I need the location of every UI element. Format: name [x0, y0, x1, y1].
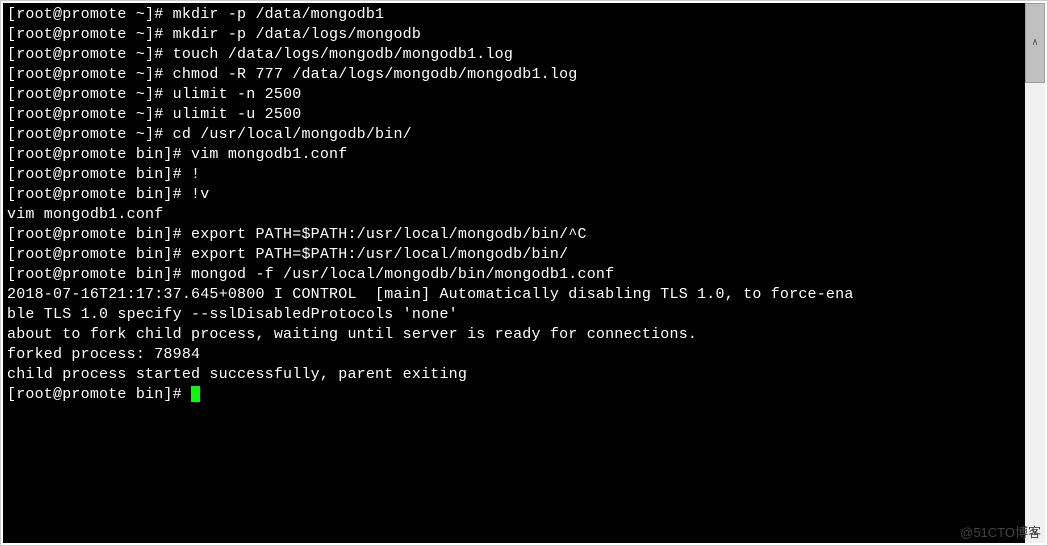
- terminal-line: vim mongodb1.conf: [7, 205, 1023, 225]
- terminal-cursor: [191, 386, 200, 402]
- watermark-text: @51CTO博客: [960, 522, 1041, 541]
- terminal-line: [root@promote bin]# !v: [7, 185, 1023, 205]
- terminal-window: [root@promote ~]# mkdir -p /data/mongodb…: [0, 0, 1048, 546]
- terminal-line: [root@promote bin]# export PATH=$PATH:/u…: [7, 225, 1023, 245]
- terminal-line: [root@promote ~]# mkdir -p /data/mongodb…: [7, 5, 1023, 25]
- scrollbar[interactable]: ∧ ∨: [1025, 3, 1045, 543]
- terminal-line: [root@promote bin]# vim mongodb1.conf: [7, 145, 1023, 165]
- terminal-line: [root@promote ~]# cd /usr/local/mongodb/…: [7, 125, 1023, 145]
- terminal-line: [root@promote bin]# export PATH=$PATH:/u…: [7, 245, 1023, 265]
- terminal-line: [root@promote ~]# touch /data/logs/mongo…: [7, 45, 1023, 65]
- terminal-line: [root@promote ~]# mkdir -p /data/logs/mo…: [7, 25, 1023, 45]
- terminal-output: [root@promote ~]# mkdir -p /data/mongodb…: [3, 3, 1027, 543]
- terminal-line: about to fork child process, waiting unt…: [7, 325, 1023, 345]
- terminal-line: child process started successfully, pare…: [7, 365, 1023, 385]
- terminal-line: [root@promote ~]# ulimit -u 2500: [7, 105, 1023, 125]
- terminal-line: 2018-07-16T21:17:37.645+0800 I CONTROL […: [7, 285, 1023, 305]
- scrollbar-thumb[interactable]: ∧: [1025, 3, 1045, 83]
- terminal-line: forked process: 78984: [7, 345, 1023, 365]
- terminal-line: ble TLS 1.0 specify --sslDisabledProtoco…: [7, 305, 1023, 325]
- terminal-line: [root@promote bin]#: [7, 385, 1023, 405]
- terminal-line: [root@promote bin]# mongod -f /usr/local…: [7, 265, 1023, 285]
- terminal-line: [root@promote ~]# chmod -R 777 /data/log…: [7, 65, 1023, 85]
- terminal-line: [root@promote bin]# !: [7, 165, 1023, 185]
- terminal-line: [root@promote ~]# ulimit -n 2500: [7, 85, 1023, 105]
